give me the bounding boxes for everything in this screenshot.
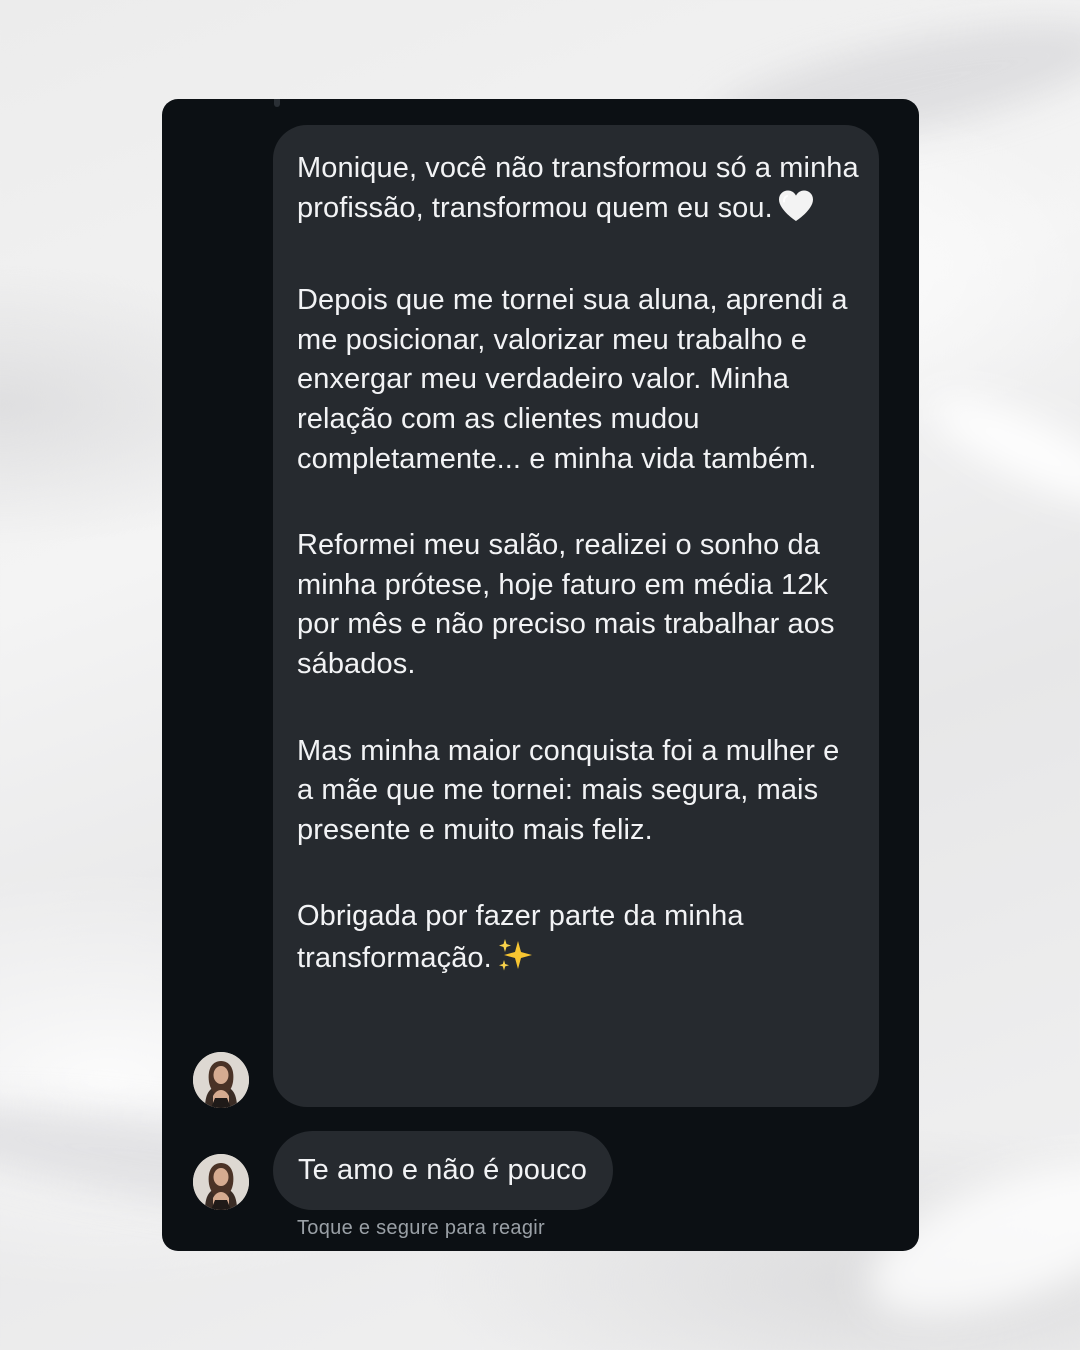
reaction-hint: Toque e segure para reagir <box>297 1217 545 1239</box>
background-fold <box>917 376 1080 524</box>
message-paragraph: Monique, você não transformou só a minha… <box>297 149 859 234</box>
chat-window: Monique, você não transformou só a minha… <box>162 99 919 1251</box>
avatar[interactable] <box>193 1052 249 1108</box>
message-bubble[interactable]: Monique, você não transformou só a minha… <box>273 125 879 1107</box>
avatar[interactable] <box>193 1154 249 1210</box>
message-paragraph: Reformei meu salão, realizei o sonho da … <box>297 529 835 680</box>
message-paragraph: Mas minha maior conquista foi a mulher e… <box>297 734 840 846</box>
message-paragraph: Depois que me tornei sua aluna, aprendi … <box>297 284 848 475</box>
sparkles-icon <box>496 937 534 985</box>
white-heart-icon <box>777 189 815 235</box>
message-bubble[interactable]: Te amo e não é pouco <box>273 1131 613 1210</box>
message-paragraph: Obrigada por fazer parte da minha transf… <box>297 897 859 984</box>
scroll-indicator <box>274 99 280 107</box>
message-text: Te amo e não é pouco <box>298 1153 587 1186</box>
